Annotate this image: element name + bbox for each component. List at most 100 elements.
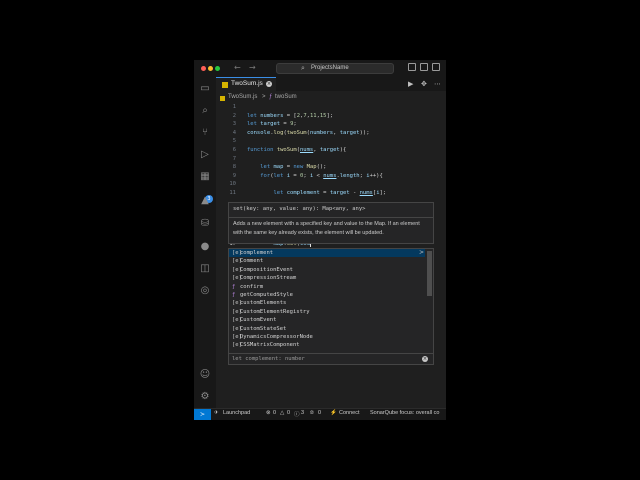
error-count[interactable]: 0	[273, 410, 276, 416]
activity-bar: ▭ ⌕ ⑂ ▷ ▦ 3 ▲ ⛁ ● ◫ ◎ ☺ ⚙	[194, 77, 216, 408]
close-window-button[interactable]	[201, 66, 206, 71]
launchpad-button[interactable]: Launchpad	[223, 410, 250, 416]
code-line: let numbers = [2,7,11,15];	[247, 112, 334, 119]
breadcrumb-file[interactable]: TwoSum.js	[228, 94, 257, 100]
explorer-icon[interactable]: ▭	[199, 83, 211, 95]
connect-button[interactable]: Connect	[339, 410, 360, 416]
docker-icon[interactable]: ◫	[199, 263, 211, 275]
zoom-window-button[interactable]	[215, 66, 220, 71]
line-number: 7	[232, 155, 236, 162]
plug-icon: ⚡	[330, 410, 337, 416]
ports-count[interactable]: 0	[318, 410, 321, 416]
line-number: 3	[232, 121, 236, 127]
tab-label: TwoSum.js	[231, 80, 263, 87]
rocket-icon: ✈	[214, 410, 219, 416]
js-file-icon	[220, 96, 225, 101]
vscode-window: ← → ⌕ ProjectsName ▭ ⌕ ⑂ ▷ ▦ 3 ▲ ⛁ ● ◫ ◎…	[194, 60, 446, 420]
suggestion-label: DynamicsCompressorNode	[240, 334, 313, 340]
suggestion-item[interactable]: [e] customElements	[229, 299, 425, 307]
chevron-right-icon[interactable]: >	[419, 249, 424, 256]
line-number: 8	[232, 164, 236, 170]
suggestion-label: customElements	[240, 300, 287, 307]
suggestion-item[interactable]: [e] Comment	[229, 257, 425, 265]
divider	[229, 217, 433, 218]
code-line: function twoSum(nums, target){	[247, 147, 347, 153]
suggestion-item[interactable]: [e] CompositionEvent	[229, 266, 425, 274]
breadcrumb-separator: >	[262, 94, 266, 100]
run-debug-icon[interactable]: ▷	[199, 149, 211, 161]
arrow-right-icon[interactable]: →	[249, 63, 256, 72]
suggestion-label: confirm	[240, 283, 264, 290]
status-bar: ≻ ✈ Launchpad ⊗ 0 △ 0 ⓘ 3 ⦻ 0 ⚡ Connect …	[194, 408, 446, 420]
code-line: let map = new Map();	[260, 164, 327, 170]
suggestion-label: CustomEvent	[240, 317, 277, 324]
suggestion-item[interactable]: ƒ getComputedStyle	[229, 291, 425, 299]
suggestion-detail-text: let complement: number	[232, 356, 305, 362]
function-icon: ƒ	[232, 292, 236, 298]
more-actions-icon[interactable]: ⋯	[434, 80, 441, 88]
warning-icon: △	[280, 410, 285, 416]
command-center-search[interactable]: ⌕ ProjectsName	[276, 63, 394, 74]
line-number: 4	[232, 129, 236, 136]
close-details-icon[interactable]: ×	[422, 356, 428, 362]
copilot-icon[interactable]: ◎	[199, 285, 211, 297]
github-icon[interactable]: ●	[199, 241, 211, 253]
breadcrumb-symbol[interactable]: twoSum	[275, 94, 297, 100]
tab-twosum[interactable]: TwoSum.js ×	[216, 77, 276, 91]
method-signature: set(key: any, value: any): Map<any, any>	[233, 206, 366, 212]
source-control-icon[interactable]: ⑂	[199, 127, 211, 139]
breadcrumb: TwoSum.js > ƒ twoSum	[216, 93, 446, 103]
function-icon: ƒ	[232, 283, 236, 290]
js-file-icon	[222, 82, 228, 88]
line-number: 1	[232, 104, 236, 110]
parameter-hint-widget: set(key: any, value: any): Map<any, any>…	[228, 202, 434, 244]
suggestion-label: Comment	[240, 258, 264, 265]
azure-icon[interactable]: ▲	[199, 195, 211, 207]
method-documentation: Adds a new element with a specified key …	[233, 221, 420, 236]
suggestion-scrollbar[interactable]	[427, 251, 432, 296]
tab-bar: TwoSum.js × ▶ ✥ ⋯	[216, 77, 446, 91]
sonarqube-status[interactable]: SonarQube focus: overall co	[370, 410, 439, 416]
ports-icon: ⦻	[310, 410, 314, 416]
suggestion-item[interactable]: [e] CustomElementRegistry	[229, 308, 425, 316]
suggestion-item[interactable]: [e] complement >	[229, 249, 425, 258]
search-icon[interactable]: ⌕	[199, 105, 211, 117]
suggestion-item[interactable]: [e] DynamicsCompressorNode	[229, 333, 425, 341]
line-number: 11	[229, 190, 236, 196]
suggestion-label: CustomElementRegistry	[240, 308, 310, 315]
code-line: let complement = target - nums[i];	[273, 190, 387, 196]
suggestion-item[interactable]: [e] CustomStateSet	[229, 325, 425, 333]
close-tab-icon[interactable]: ×	[266, 81, 272, 87]
suggestion-label: CompressionStream	[240, 275, 297, 282]
suggestion-item[interactable]: ƒ confirm	[229, 283, 425, 291]
line-number: 6	[232, 147, 236, 153]
info-count[interactable]: 3	[301, 410, 304, 416]
accounts-icon[interactable]: ☺	[199, 369, 211, 381]
split-editor-icon[interactable]: ✥	[421, 80, 427, 88]
info-icon: ⓘ	[294, 412, 300, 418]
search-icon: ⌕	[301, 64, 305, 72]
minimize-window-button[interactable]	[208, 66, 213, 71]
toggle-primary-sidebar-icon[interactable]	[408, 63, 416, 71]
suggestion-item[interactable]: [e] CustomEvent	[229, 316, 425, 324]
database-icon[interactable]: ⛁	[199, 218, 211, 230]
code-line: console.log(twoSum(numbers, target));	[247, 129, 370, 136]
suggestion-label: complement	[240, 250, 274, 256]
line-number: 2	[232, 112, 236, 119]
suggestion-label: getComputedStyle	[240, 292, 293, 298]
settings-icon[interactable]: ⚙	[199, 391, 211, 403]
extensions-icon[interactable]: ▦	[199, 171, 211, 183]
remote-indicator-icon[interactable]: ≻	[194, 409, 211, 420]
suggestion-label: CSSMatrixComponent	[240, 342, 300, 349]
suggestion-details: let complement: number ×	[229, 353, 433, 366]
code-line: for(let i = 0; i < nums.length; i++){	[260, 172, 383, 179]
function-icon: ƒ	[269, 94, 273, 100]
toggle-panel-icon[interactable]	[420, 63, 428, 71]
arrow-left-icon[interactable]: ←	[234, 63, 241, 72]
suggestion-item[interactable]: [e] CompressionStream	[229, 274, 425, 282]
toggle-secondary-sidebar-icon[interactable]	[432, 63, 440, 71]
line-number: 5	[232, 138, 236, 144]
run-file-icon[interactable]: ▶	[408, 80, 413, 88]
warning-count[interactable]: 0	[287, 410, 290, 416]
suggestion-item[interactable]: [e] CSSMatrixComponent	[229, 341, 425, 349]
